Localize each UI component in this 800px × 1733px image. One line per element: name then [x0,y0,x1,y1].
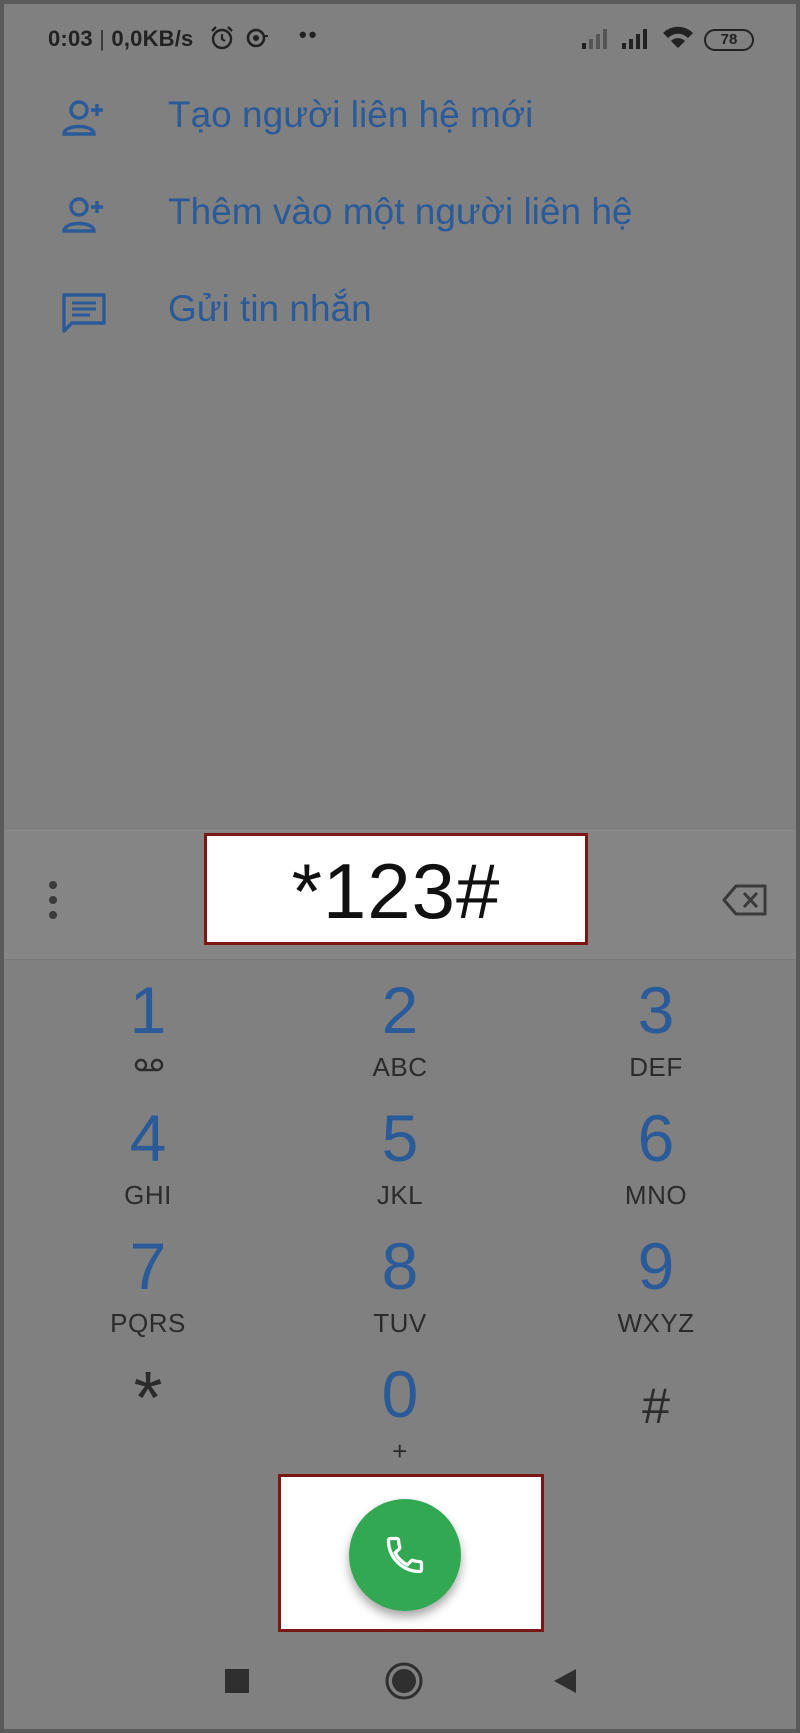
action-label: Tạo người liên hệ mới [168,94,534,135]
key-letters: ABC [372,1052,428,1082]
key-9[interactable]: 9 WXYZ [556,1220,756,1348]
more-options-icon[interactable] [48,881,60,921]
key-digit: # [642,1378,670,1434]
action-add-to-contact[interactable]: Thêm vào một người liên hệ [4,171,796,261]
action-label: Thêm vào một người liên hệ [168,191,633,232]
key-hash[interactable]: # [556,1348,756,1476]
home-button[interactable] [384,1661,424,1701]
key-digit: 2 [381,973,419,1047]
dialed-number-display[interactable]: *123# [204,833,588,945]
wifi-icon [663,26,693,48]
key-letters: MNO [624,1180,688,1210]
message-icon [62,293,106,333]
key-digit: 7 [129,1229,167,1303]
key-digit: 9 [637,1229,675,1303]
key-digit: 5 [381,1101,419,1175]
key-letters: GHI [124,1180,172,1210]
key-letters: DEF [629,1052,683,1082]
dialer-screen: 0:03 | 0,0KB/s •• 78 Tạo người liên hệ m… [4,4,796,1729]
key-letters: TUV [373,1308,427,1338]
back-button[interactable] [552,1667,578,1695]
key-letters: JKL [376,1180,424,1210]
recents-button[interactable] [225,1669,249,1693]
key-letters: PQRS [110,1308,186,1338]
voicemail-icon [134,1058,164,1072]
key-letters: + [392,1436,408,1466]
call-button[interactable] [349,1499,461,1611]
key-digit: 6 [637,1101,675,1175]
more-notifications-dots: •• [299,22,319,47]
signal-sim2-icon [622,29,647,49]
clock-text: 0:03 [48,26,93,51]
action-label: Gửi tin nhắn [168,288,372,329]
call-button-highlight [278,1474,544,1632]
key-star[interactable]: * [48,1348,248,1476]
key-letters: WXYZ [617,1308,695,1338]
phone-icon [386,1536,424,1574]
key-digit: * [133,1356,163,1439]
battery-indicator: 78 [704,29,754,51]
dial-keypad: 1 2 ABC 3 DEF 4 GHI 5 JKL 6 MNO 7 PQRS 8… [4,964,796,1466]
action-create-contact[interactable]: Tạo người liên hệ mới [4,74,796,164]
key-digit: 4 [129,1101,167,1175]
key-2[interactable]: 2 ABC [300,964,500,1092]
key-5[interactable]: 5 JKL [300,1092,500,1220]
dial-display-bar: *123# [4,830,796,960]
key-3[interactable]: 3 DEF [556,964,756,1092]
signal-sim1-icon [582,29,607,49]
key-digit: 1 [129,973,167,1047]
network-speed: 0,0KB/s [111,26,194,51]
key-digit: 3 [637,973,675,1047]
system-nav-bar [4,1644,796,1729]
key-1[interactable]: 1 [48,964,248,1092]
status-bar: 0:03 | 0,0KB/s •• 78 [4,4,796,74]
person-add-icon [62,197,103,233]
key-7[interactable]: 7 PQRS [48,1220,248,1348]
backspace-icon[interactable] [722,883,768,917]
key-6[interactable]: 6 MNO [556,1092,756,1220]
person-add-icon [62,100,103,136]
key-digit: 8 [381,1229,419,1303]
status-separator: | [99,26,106,51]
key-digit: 0 [381,1357,419,1431]
key-8[interactable]: 8 TUV [300,1220,500,1348]
key-0[interactable]: 0 + [300,1348,500,1476]
status-time: 0:03 | 0,0KB/s [48,26,194,52]
action-send-message[interactable]: Gửi tin nhắn [4,268,796,358]
notification-app-icon [246,28,268,48]
alarm-icon [211,26,233,50]
key-4[interactable]: 4 GHI [48,1092,248,1220]
